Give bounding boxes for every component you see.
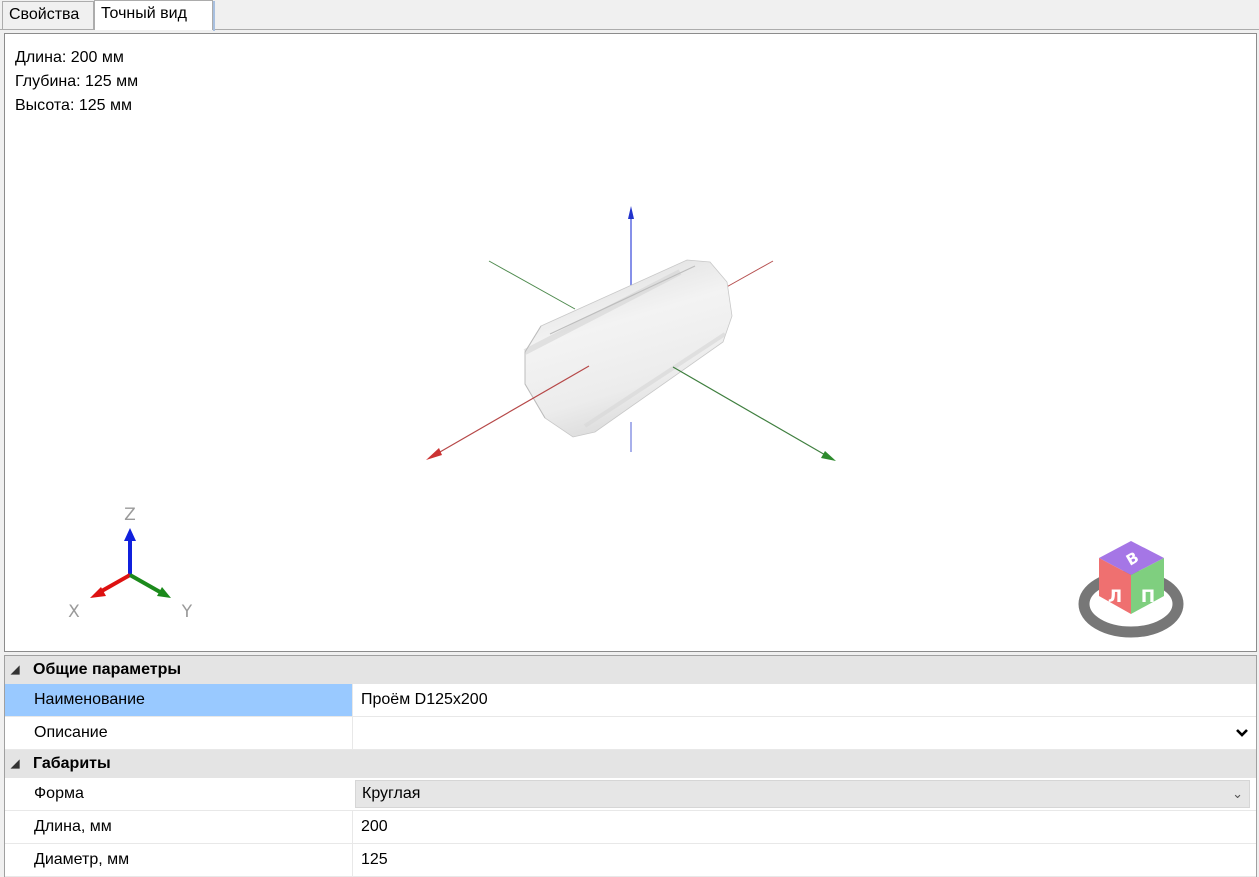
view-cube[interactable]: В Л П bbox=[1078, 541, 1184, 638]
x-axis-back bbox=[722, 260, 774, 290]
category-dimensions-title: Габариты bbox=[33, 755, 111, 772]
gizmo-y-label: Y bbox=[181, 602, 193, 622]
property-length-value[interactable]: 200 bbox=[352, 811, 1256, 843]
chevron-down-icon[interactable] bbox=[1234, 717, 1250, 749]
x-axis-arrow bbox=[426, 448, 442, 460]
tab-bar: Свойства Точный вид bbox=[0, 0, 1259, 31]
y-axis-back bbox=[488, 260, 576, 310]
property-diameter-label[interactable]: Диаметр, мм bbox=[5, 844, 352, 876]
z-axis-arrow bbox=[628, 206, 634, 219]
tab-properties[interactable]: Свойства bbox=[2, 1, 94, 29]
property-row-description[interactable]: Описание bbox=[5, 717, 1256, 750]
y-axis-front bbox=[672, 366, 828, 457]
cylinder-opening bbox=[523, 259, 733, 438]
property-name-label[interactable]: Наименование bbox=[5, 684, 352, 716]
property-row-shape[interactable]: Форма Круглая ⌄ bbox=[5, 778, 1256, 811]
property-grid: ◢ Общие параметры Наименование Проём D12… bbox=[4, 655, 1257, 877]
property-diameter-value[interactable]: 125 bbox=[352, 844, 1256, 876]
gizmo-x-label: X bbox=[68, 602, 80, 622]
shape-select-value: Круглая bbox=[362, 785, 421, 802]
property-shape-label[interactable]: Форма bbox=[5, 778, 352, 810]
property-row-diameter[interactable]: Диаметр, мм 125 bbox=[5, 844, 1256, 877]
scene-canvas: Z X Y В Л П bbox=[68, 206, 1184, 638]
3d-viewport[interactable]: Длина: 200 мм Глубина: 125 мм Высота: 12… bbox=[4, 33, 1257, 652]
view-cube-left-label: Л bbox=[1108, 587, 1122, 607]
shape-select[interactable]: Круглая ⌄ bbox=[355, 780, 1250, 808]
y-axis-arrow bbox=[821, 451, 836, 461]
property-description-value[interactable] bbox=[352, 717, 1256, 749]
category-general-title: Общие параметры bbox=[33, 661, 182, 678]
property-row-length[interactable]: Длина, мм 200 bbox=[5, 811, 1256, 844]
view-cube-right-label: П bbox=[1141, 587, 1155, 607]
axis-gizmo: Z X Y bbox=[68, 505, 193, 622]
tab-exact-view[interactable]: Точный вид bbox=[94, 0, 215, 31]
property-description-label[interactable]: Описание bbox=[5, 717, 352, 749]
property-row-name[interactable]: Наименование Проём D125x200 bbox=[5, 684, 1256, 717]
category-dimensions[interactable]: ◢ Габариты bbox=[5, 750, 1256, 778]
property-name-value[interactable]: Проём D125x200 bbox=[352, 684, 1256, 716]
gizmo-z-label: Z bbox=[124, 505, 136, 525]
collapse-triangle-icon[interactable]: ◢ bbox=[11, 750, 19, 778]
category-general[interactable]: ◢ Общие параметры bbox=[5, 656, 1256, 684]
property-length-label[interactable]: Длина, мм bbox=[5, 811, 352, 843]
chevron-down-icon[interactable]: ⌄ bbox=[1232, 781, 1243, 807]
collapse-triangle-icon[interactable]: ◢ bbox=[11, 656, 19, 684]
